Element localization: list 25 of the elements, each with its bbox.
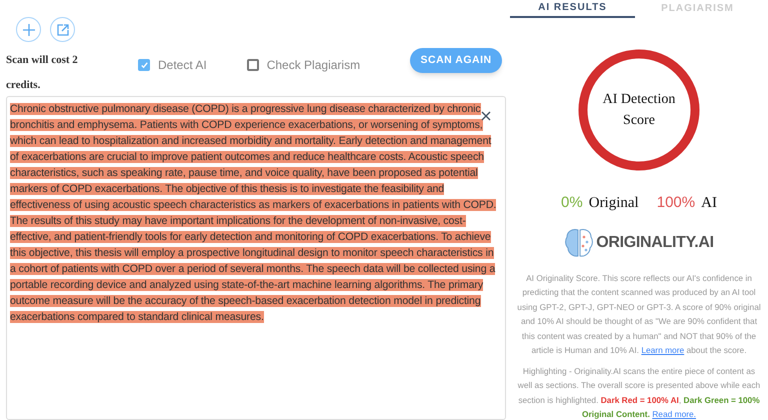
text-editor[interactable] <box>6 96 506 420</box>
ai-percent: 100% <box>656 193 696 213</box>
checkbox[interactable] <box>138 59 150 71</box>
plus-icon <box>22 22 36 36</box>
cost-note: Scan will cost 2 credits. <box>6 53 79 93</box>
original-percent: 0% <box>561 193 583 213</box>
logo-text: ORIGINALITY.AI <box>596 232 714 252</box>
tab[interactable]: AI RESULTS <box>510 0 635 18</box>
score-description: AI Originality Score. This score reflects our AI's confidence in predicting that the content scanned was produced by an AI tool using GPT-2, GPT-J, GPT-NEO or GPT-3. A score of 90% original and 10% AI should be thought of as "We are 90% confident that this content was created by a human" and NOT that 90% of the article is Human and 10% AI. Learn more about the score. <box>516 272 762 357</box>
export-button[interactable] <box>50 17 75 42</box>
scan-again-button[interactable]: SCAN AGAIN <box>410 48 502 73</box>
text-link[interactable]: Read more. <box>652 409 696 419</box>
ai-label: AI <box>701 194 717 213</box>
check-icon <box>140 60 148 70</box>
text-link[interactable]: Learn more <box>641 345 684 355</box>
score-title: AI Detection Score <box>602 91 676 130</box>
highlighting-description: Highlighting - Originality.AI scans the entire piece of content as well as sections. The overall score is presented above while each section is highlighted. Dark Red = 100% AI, Dark Green = 100% Original Content. Read more. <box>516 364 762 420</box>
option-label: Check Plagiarism <box>266 57 360 74</box>
export-icon <box>56 22 70 36</box>
close-icon[interactable] <box>481 111 491 121</box>
add-button[interactable] <box>16 17 41 42</box>
checkbox[interactable] <box>246 59 259 71</box>
option-label: Detect AI <box>158 57 207 74</box>
original-label: Original <box>588 194 639 213</box>
brain-icon <box>564 226 594 258</box>
